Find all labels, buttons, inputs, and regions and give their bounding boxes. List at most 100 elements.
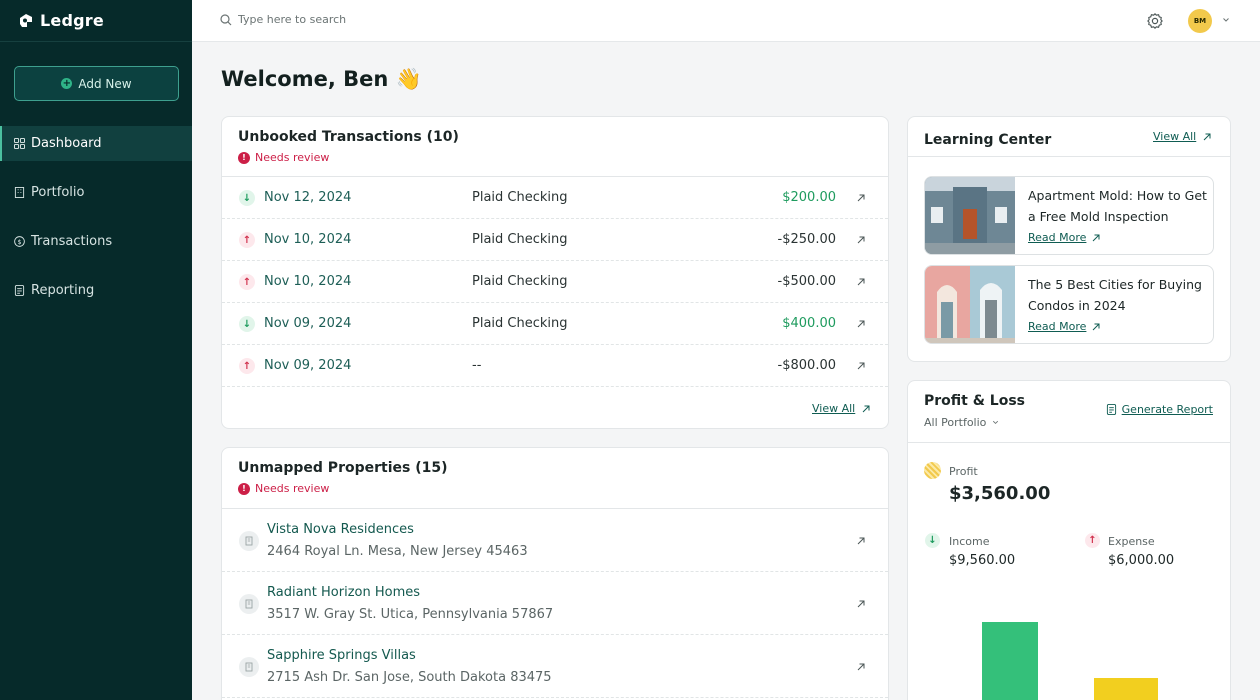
unbooked-transactions-card: Unbooked Transactions (10) ! Needs revie… <box>221 116 889 429</box>
external-link-icon[interactable] <box>856 599 866 609</box>
article-card[interactable]: The 5 Best Cities for Buying Condos in 2… <box>924 265 1214 344</box>
list-item[interactable]: Radiant Horizon Homes 3517 W. Gray St. U… <box>222 572 888 635</box>
list-item[interactable]: Vista Nova Residences 2464 Royal Ln. Mes… <box>222 509 888 572</box>
brand[interactable]: Ledgre <box>0 0 192 42</box>
card-header: Learning Center View All <box>908 117 1230 157</box>
search-box <box>220 13 498 26</box>
needs-review-label: Needs review <box>255 151 330 164</box>
read-more-link[interactable]: Read More <box>1028 231 1086 244</box>
sidebar-item-label: Portfolio <box>31 185 85 200</box>
building-icon <box>239 657 259 677</box>
external-link-icon[interactable] <box>1091 233 1101 243</box>
view-all-learning-link[interactable]: View All <box>1153 130 1196 143</box>
tx-account: Plaid Checking <box>472 232 568 247</box>
card-title: Unmapped Properties (15) <box>238 460 448 476</box>
table-row[interactable]: ↓ Nov 12, 2024 Plaid Checking $200.00 <box>222 177 888 219</box>
building-icon <box>14 187 25 198</box>
profit-icon <box>924 462 941 479</box>
building-icon <box>239 531 259 551</box>
article-title: Apartment Mold: How to Get a Free Mold I… <box>1028 188 1207 224</box>
arrow-up-icon: ↑ <box>239 232 255 248</box>
property-address: 3517 W. Gray St. Utica, Pennsylvania 578… <box>267 607 554 622</box>
income-bar <box>982 622 1038 700</box>
sidebar-nav: Dashboard Portfolio $ Transactions Repor… <box>0 126 192 322</box>
card-title: Unbooked Transactions (10) <box>238 129 459 145</box>
tx-amount: -$250.00 <box>777 232 836 247</box>
arrow-up-icon: ↑ <box>239 274 255 290</box>
external-link-icon[interactable] <box>856 277 866 287</box>
profit-value: $3,560.00 <box>949 483 1051 504</box>
card-header: Unmapped Properties (15) ! Needs review <box>222 448 888 509</box>
external-link-icon[interactable] <box>861 404 871 414</box>
sidebar-item-label: Reporting <box>31 283 95 298</box>
property-address: 2464 Royal Ln. Mesa, New Jersey 45463 <box>267 544 528 559</box>
sidebar-item-label: Dashboard <box>31 136 102 151</box>
alert-icon: ! <box>238 482 250 495</box>
sidebar-item-dashboard[interactable]: Dashboard <box>0 126 192 161</box>
arrow-down-icon: ↓ <box>239 316 255 332</box>
unmapped-properties-card: Unmapped Properties (15) ! Needs review … <box>221 447 889 700</box>
profit-loss-card: Profit & Loss All Portfolio Generate Rep… <box>907 380 1231 700</box>
page-title: Welcome, Ben 👋 <box>221 67 422 91</box>
external-link-icon[interactable] <box>856 193 866 203</box>
tx-amount: -$800.00 <box>777 358 836 373</box>
sidebar-item-transactions[interactable]: $ Transactions <box>0 224 192 259</box>
generate-report-button[interactable]: Generate Report <box>1106 403 1213 416</box>
user-avatar[interactable]: BM <box>1188 9 1212 33</box>
table-row[interactable]: ↑ Nov 10, 2024 Plaid Checking -$500.00 <box>222 261 888 303</box>
chevron-down-icon <box>993 420 999 425</box>
tx-date: Nov 10, 2024 <box>264 232 352 247</box>
income-value: $9,560.00 <box>949 553 1016 568</box>
brand-name: Ledgre <box>40 11 104 30</box>
building-icon <box>239 594 259 614</box>
svg-text:$: $ <box>17 238 21 246</box>
tx-date: Nov 12, 2024 <box>264 190 352 205</box>
property-address: 2715 Ash Dr. San Jose, South Dakota 8347… <box>267 670 552 685</box>
arrow-down-icon: ↓ <box>239 190 255 206</box>
article-card[interactable]: Apartment Mold: How to Get a Free Mold I… <box>924 176 1214 255</box>
expense-bar <box>1094 678 1158 700</box>
sidebar: Ledgre + Add New Dashboard Portfolio $ T… <box>0 0 192 700</box>
table-row[interactable]: ↑ Nov 10, 2024 Plaid Checking -$250.00 <box>222 219 888 261</box>
tx-account: Plaid Checking <box>472 190 568 205</box>
sidebar-item-reporting[interactable]: Reporting <box>0 273 192 308</box>
add-new-button[interactable]: + Add New <box>14 66 179 101</box>
read-more-link[interactable]: Read More <box>1028 320 1086 333</box>
property-name: Radiant Horizon Homes <box>267 585 421 600</box>
card-title: Learning Center <box>924 132 1052 148</box>
card-header: Profit & Loss All Portfolio Generate Rep… <box>908 381 1230 443</box>
add-new-label: Add New <box>78 76 132 91</box>
tx-account: -- <box>472 358 482 373</box>
external-link-icon[interactable] <box>856 662 866 672</box>
tx-account: Plaid Checking <box>472 274 568 289</box>
search-input[interactable] <box>238 13 498 26</box>
tx-amount: -$500.00 <box>777 274 836 289</box>
external-link-icon[interactable] <box>856 536 866 546</box>
topbar: BM <box>192 0 1260 42</box>
needs-review-label: Needs review <box>255 482 330 495</box>
sidebar-item-label: Transactions <box>31 234 113 249</box>
property-name: Sapphire Springs Villas <box>267 648 416 663</box>
view-all-transactions-link[interactable]: View All <box>812 402 855 415</box>
generate-report-label: Generate Report <box>1121 403 1213 416</box>
list-item[interactable]: Sapphire Springs Villas 2715 Ash Dr. San… <box>222 635 888 698</box>
alert-icon: ! <box>238 151 250 164</box>
report-document-icon <box>14 285 25 296</box>
settings-gear-icon[interactable] <box>1146 12 1164 30</box>
chevron-down-icon[interactable] <box>1221 15 1231 25</box>
expense-label: Expense <box>1108 535 1155 548</box>
external-link-icon[interactable] <box>856 235 866 245</box>
table-row[interactable]: ↓ Nov 09, 2024 Plaid Checking $400.00 <box>222 303 888 345</box>
external-link-icon[interactable] <box>856 319 866 329</box>
property-name: Vista Nova Residences <box>267 522 414 537</box>
sidebar-item-portfolio[interactable]: Portfolio <box>0 175 192 210</box>
profit-label: Profit <box>949 465 978 478</box>
report-document-icon <box>1106 404 1116 415</box>
external-link-icon[interactable] <box>1091 322 1101 332</box>
external-link-icon[interactable] <box>1202 132 1212 142</box>
search-icon <box>220 13 232 25</box>
tx-amount: $400.00 <box>782 316 836 331</box>
table-row[interactable]: ↑ Nov 09, 2024 -- -$800.00 <box>222 345 888 387</box>
external-link-icon[interactable] <box>856 361 866 371</box>
portfolio-filter-dropdown[interactable]: All Portfolio <box>924 416 1214 429</box>
